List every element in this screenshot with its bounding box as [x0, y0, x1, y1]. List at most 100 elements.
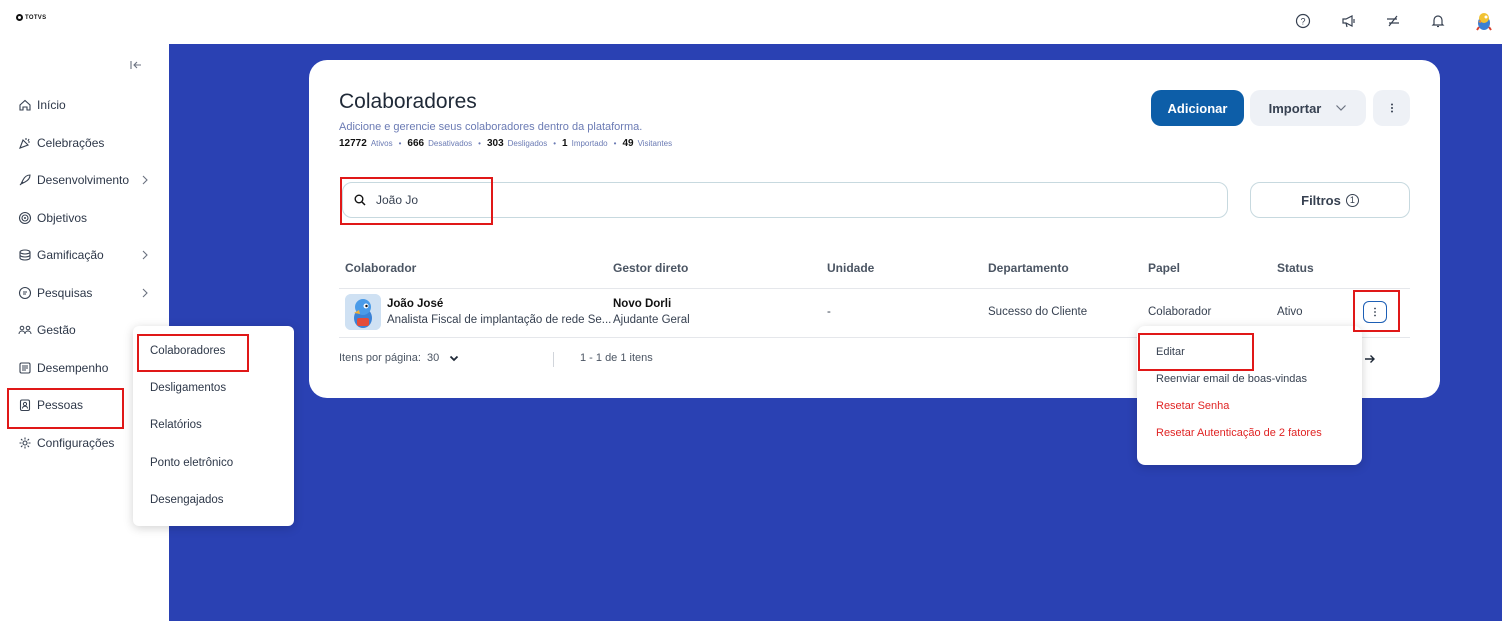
- import-button[interactable]: Importar: [1250, 90, 1366, 126]
- filters-button[interactable]: Filtros 1: [1250, 182, 1410, 218]
- user-avatar[interactable]: [1473, 10, 1495, 32]
- row-actions-button[interactable]: [1363, 301, 1387, 323]
- page-title: Colaboradores: [339, 90, 477, 113]
- stat-separator: •: [398, 139, 402, 148]
- stat-separator: •: [613, 139, 617, 148]
- column-header[interactable]: Status: [1277, 261, 1314, 275]
- filters-count-badge: 1: [1345, 193, 1359, 207]
- department-cell: Sucesso do Cliente: [988, 306, 1088, 318]
- stats-summary: 12772 Ativos • 666 Desativados • 303 Des…: [339, 138, 672, 149]
- submenu-item-relatorios[interactable]: Relatórios: [150, 419, 202, 431]
- megaphone-icon[interactable]: [1340, 12, 1358, 30]
- performance-icon: [19, 362, 31, 374]
- sidebar-item-pesquisas[interactable]: Pesquisas: [18, 282, 92, 304]
- kebab-icon: [1390, 103, 1393, 113]
- sidebar-item-inicio[interactable]: Início: [18, 94, 66, 116]
- stat-label: Visitantes: [637, 139, 673, 148]
- help-icon[interactable]: ?: [1294, 12, 1312, 30]
- sidebar-item-label: Gestão: [37, 323, 76, 337]
- manager-name: Novo Dorli: [613, 298, 672, 310]
- chevron-right-icon[interactable]: [140, 250, 150, 260]
- pagination-range: 1 - 1 de 1 itens: [580, 352, 653, 364]
- column-header[interactable]: Papel: [1148, 261, 1180, 275]
- submenu-item-desligamentos[interactable]: Desligamentos: [150, 382, 226, 394]
- stat-separator: •: [478, 139, 481, 148]
- menu-item-reset-password[interactable]: Resetar Senha: [1156, 400, 1229, 412]
- stat-label: Ativos: [370, 139, 393, 148]
- stat-number: 666: [407, 138, 425, 149]
- sidebar-item-label: Pessoas: [37, 398, 84, 412]
- survey-icon: [18, 286, 32, 300]
- chevron-down-icon: [450, 355, 459, 361]
- submenu-item-desengajados[interactable]: Desengajados: [150, 494, 224, 506]
- role-cell: Colaborador: [1148, 306, 1212, 318]
- stat-number: 49: [622, 138, 634, 149]
- column-header[interactable]: Gestor direto: [613, 261, 688, 275]
- chevron-right-icon[interactable]: [140, 288, 150, 298]
- unit-cell: -: [827, 306, 831, 318]
- per-page-value: 30: [427, 352, 440, 364]
- next-page-icon[interactable]: [1364, 354, 1376, 364]
- coins-icon: [19, 249, 31, 261]
- stat-number: 12772: [339, 138, 367, 149]
- home-icon: [19, 99, 31, 111]
- target-icon: [18, 211, 32, 225]
- sidebar-item-celebracoes[interactable]: Celebrações: [18, 132, 104, 154]
- collaborator-avatar: [345, 294, 381, 330]
- sidebar-item-label: Gamificação: [37, 248, 104, 262]
- sidebar-item-configuracoes[interactable]: Configurações: [18, 432, 114, 454]
- more-options-button[interactable]: [1373, 90, 1410, 126]
- sidebar-item-label: Pesquisas: [37, 286, 93, 300]
- filters-label: Filtros: [1301, 192, 1341, 208]
- collaborator-role: Analista Fiscal de implantação de rede S…: [387, 314, 612, 326]
- top-bar: TOTVS ?: [0, 0, 1502, 44]
- stat-number: 1: [562, 138, 568, 149]
- rocket-icon: [19, 174, 31, 186]
- column-header[interactable]: Unidade: [827, 261, 874, 275]
- chevron-right-icon[interactable]: [140, 175, 150, 185]
- chevron-down-icon: [1336, 105, 1347, 111]
- submenu-item-colaboradores[interactable]: Colaboradores: [150, 345, 225, 357]
- sidebar-item-gestao[interactable]: Gestão: [18, 319, 76, 341]
- menu-item-edit[interactable]: Editar: [1156, 346, 1185, 358]
- bell-icon[interactable]: [1429, 12, 1447, 30]
- column-header[interactable]: Colaborador: [345, 261, 416, 275]
- add-button[interactable]: Adicionar: [1151, 90, 1244, 126]
- stat-label: Desativados: [428, 139, 473, 148]
- search-field[interactable]: [342, 182, 1228, 218]
- badge-icon: [19, 399, 31, 412]
- svg-text:?: ?: [1300, 17, 1305, 27]
- per-page-label: Itens por página:: [339, 352, 421, 364]
- sidebar-item-label: Configurações: [37, 436, 115, 450]
- page-subtitle: Adicione e gerencie seus colaboradores d…: [339, 121, 643, 133]
- search-input[interactable]: [376, 193, 676, 207]
- totvs-logo[interactable]: TOTVS: [16, 14, 46, 21]
- stat-number: 303: [486, 138, 504, 149]
- status-cell: Ativo: [1277, 306, 1303, 318]
- sidebar-item-gamificacao[interactable]: Gamificação: [18, 244, 104, 266]
- integration-icon[interactable]: [1384, 12, 1402, 30]
- stat-label: Desligados: [507, 139, 548, 148]
- row-actions-menu: Editar Reenviar email de boas-vindas Res…: [1137, 326, 1362, 465]
- manager-role: Ajudante Geral: [613, 314, 690, 326]
- sidebar-item-objetivos[interactable]: Objetivos: [18, 207, 87, 229]
- submenu-item-ponto-eletronico[interactable]: Ponto eletrônico: [150, 457, 233, 469]
- sidebar-item-label: Desempenho: [37, 361, 109, 375]
- stat-separator: •: [553, 139, 557, 148]
- collapse-sidebar-icon[interactable]: [128, 58, 146, 74]
- per-page-select[interactable]: 30: [427, 352, 459, 364]
- kebab-icon: [1374, 307, 1376, 317]
- sidebar-item-label: Início: [37, 98, 66, 112]
- column-header[interactable]: Departamento: [988, 261, 1069, 275]
- search-icon: [354, 194, 366, 206]
- stat-label: Importado: [571, 139, 608, 148]
- sidebar-item-desenvolvimento[interactable]: Desenvolvimento: [18, 169, 129, 191]
- pagination-separator: [553, 352, 554, 367]
- sidebar-item-pessoas[interactable]: Pessoas: [18, 394, 83, 416]
- collaborator-name[interactable]: João José: [387, 298, 443, 310]
- gear-icon: [19, 437, 31, 449]
- sidebar-item-desempenho[interactable]: Desempenho: [18, 357, 108, 379]
- menu-item-resend-welcome-email[interactable]: Reenviar email de boas-vindas: [1156, 373, 1307, 385]
- table-divider: [339, 288, 1410, 289]
- menu-item-reset-2fa[interactable]: Resetar Autenticação de 2 fatores: [1156, 427, 1322, 439]
